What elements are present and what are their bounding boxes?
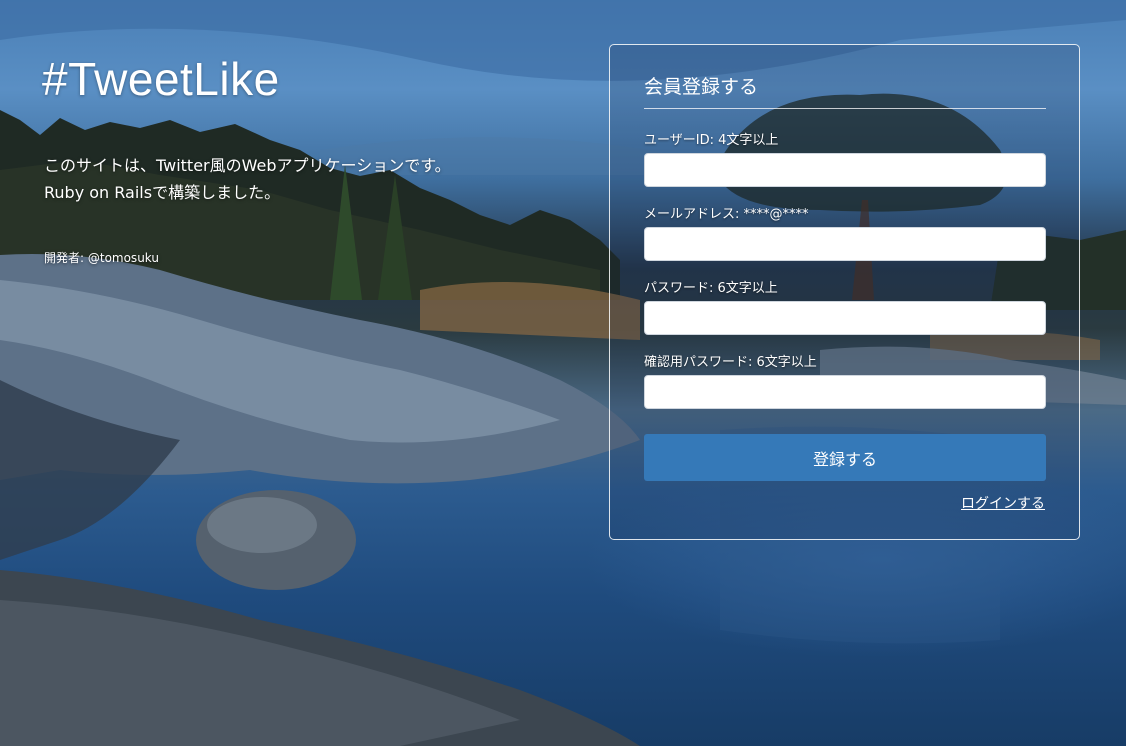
boulder-highlight [207,497,317,553]
password-field[interactable] [644,301,1046,335]
email-field[interactable] [644,227,1046,261]
email-label: メールアドレス: ****@**** [644,207,809,222]
site-description-line: このサイトは、Twitter風のWebアプリケーションです。 [44,156,451,175]
login-link[interactable]: ログインする [961,493,1045,513]
signup-form-panel: 会員登録する ユーザーID: 4文字以上 メールアドレス: ****@**** … [609,44,1080,540]
signup-heading: 会員登録する [644,72,1046,109]
site-title: #TweetLike [42,53,280,105]
site-description-line: Ruby on Railsで構築しました。 [44,183,281,202]
page: #TweetLike このサイトは、Twitter風のWebアプリケーションです… [0,0,1126,746]
site-description: このサイトは、Twitter風のWebアプリケーションです。 Ruby on R… [44,152,564,206]
password-confirm-label: 確認用パスワード: 6文字以上 [644,355,817,370]
developer-credit: 開発者: @tomosuku [44,251,159,265]
user-id-field[interactable] [644,153,1046,187]
password-label: パスワード: 6文字以上 [644,281,778,296]
user-id-label: ユーザーID: 4文字以上 [644,133,779,148]
register-button[interactable]: 登録する [644,434,1046,481]
password-confirm-field[interactable] [644,375,1046,409]
